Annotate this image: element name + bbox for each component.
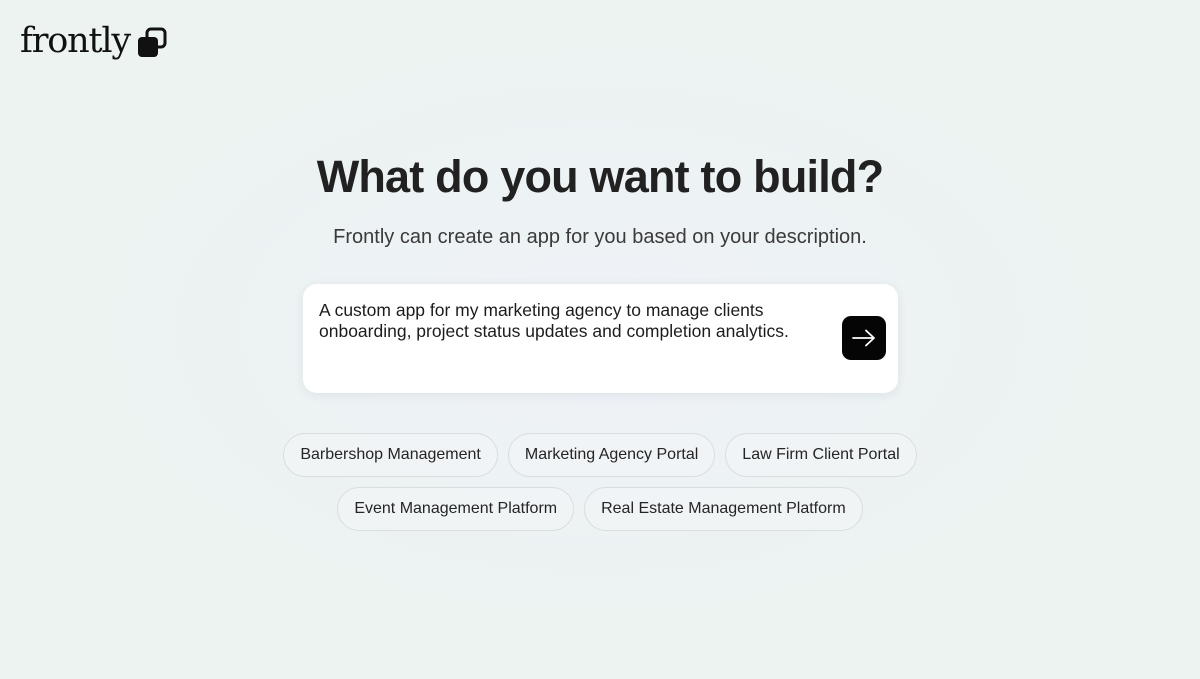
prompt-input[interactable]: A custom app for my marketing agency to … xyxy=(319,300,824,380)
arrow-right-icon xyxy=(852,329,876,347)
suggestion-row: Event Management Platform Real Estate Ma… xyxy=(0,487,1200,531)
page-title: What do you want to build? xyxy=(316,151,884,202)
submit-button[interactable] xyxy=(842,316,886,360)
hero: What do you want to build? Frontly can c… xyxy=(0,148,1200,250)
page-subtitle: Frontly can create an app for you based … xyxy=(333,226,867,248)
suggestion-row: Barbershop Management Marketing Agency P… xyxy=(0,433,1200,477)
brand-name: frontly xyxy=(20,20,131,61)
prompt-card: A custom app for my marketing agency to … xyxy=(303,284,898,393)
suggestion-chip-event-management-platform[interactable]: Event Management Platform xyxy=(337,487,575,531)
suggestion-chip-real-estate-management-platform[interactable]: Real Estate Management Platform xyxy=(584,487,863,531)
suggestion-chip-marketing-agency-portal[interactable]: Marketing Agency Portal xyxy=(507,433,716,477)
stacked-squares-icon xyxy=(136,26,168,60)
brand-logo[interactable]: frontly xyxy=(20,22,168,60)
suggestion-chip-law-firm-client-portal[interactable]: Law Firm Client Portal xyxy=(725,433,917,477)
suggestion-chip-barbershop-management[interactable]: Barbershop Management xyxy=(283,433,498,477)
suggestion-chips: Barbershop Management Marketing Agency P… xyxy=(0,433,1200,541)
